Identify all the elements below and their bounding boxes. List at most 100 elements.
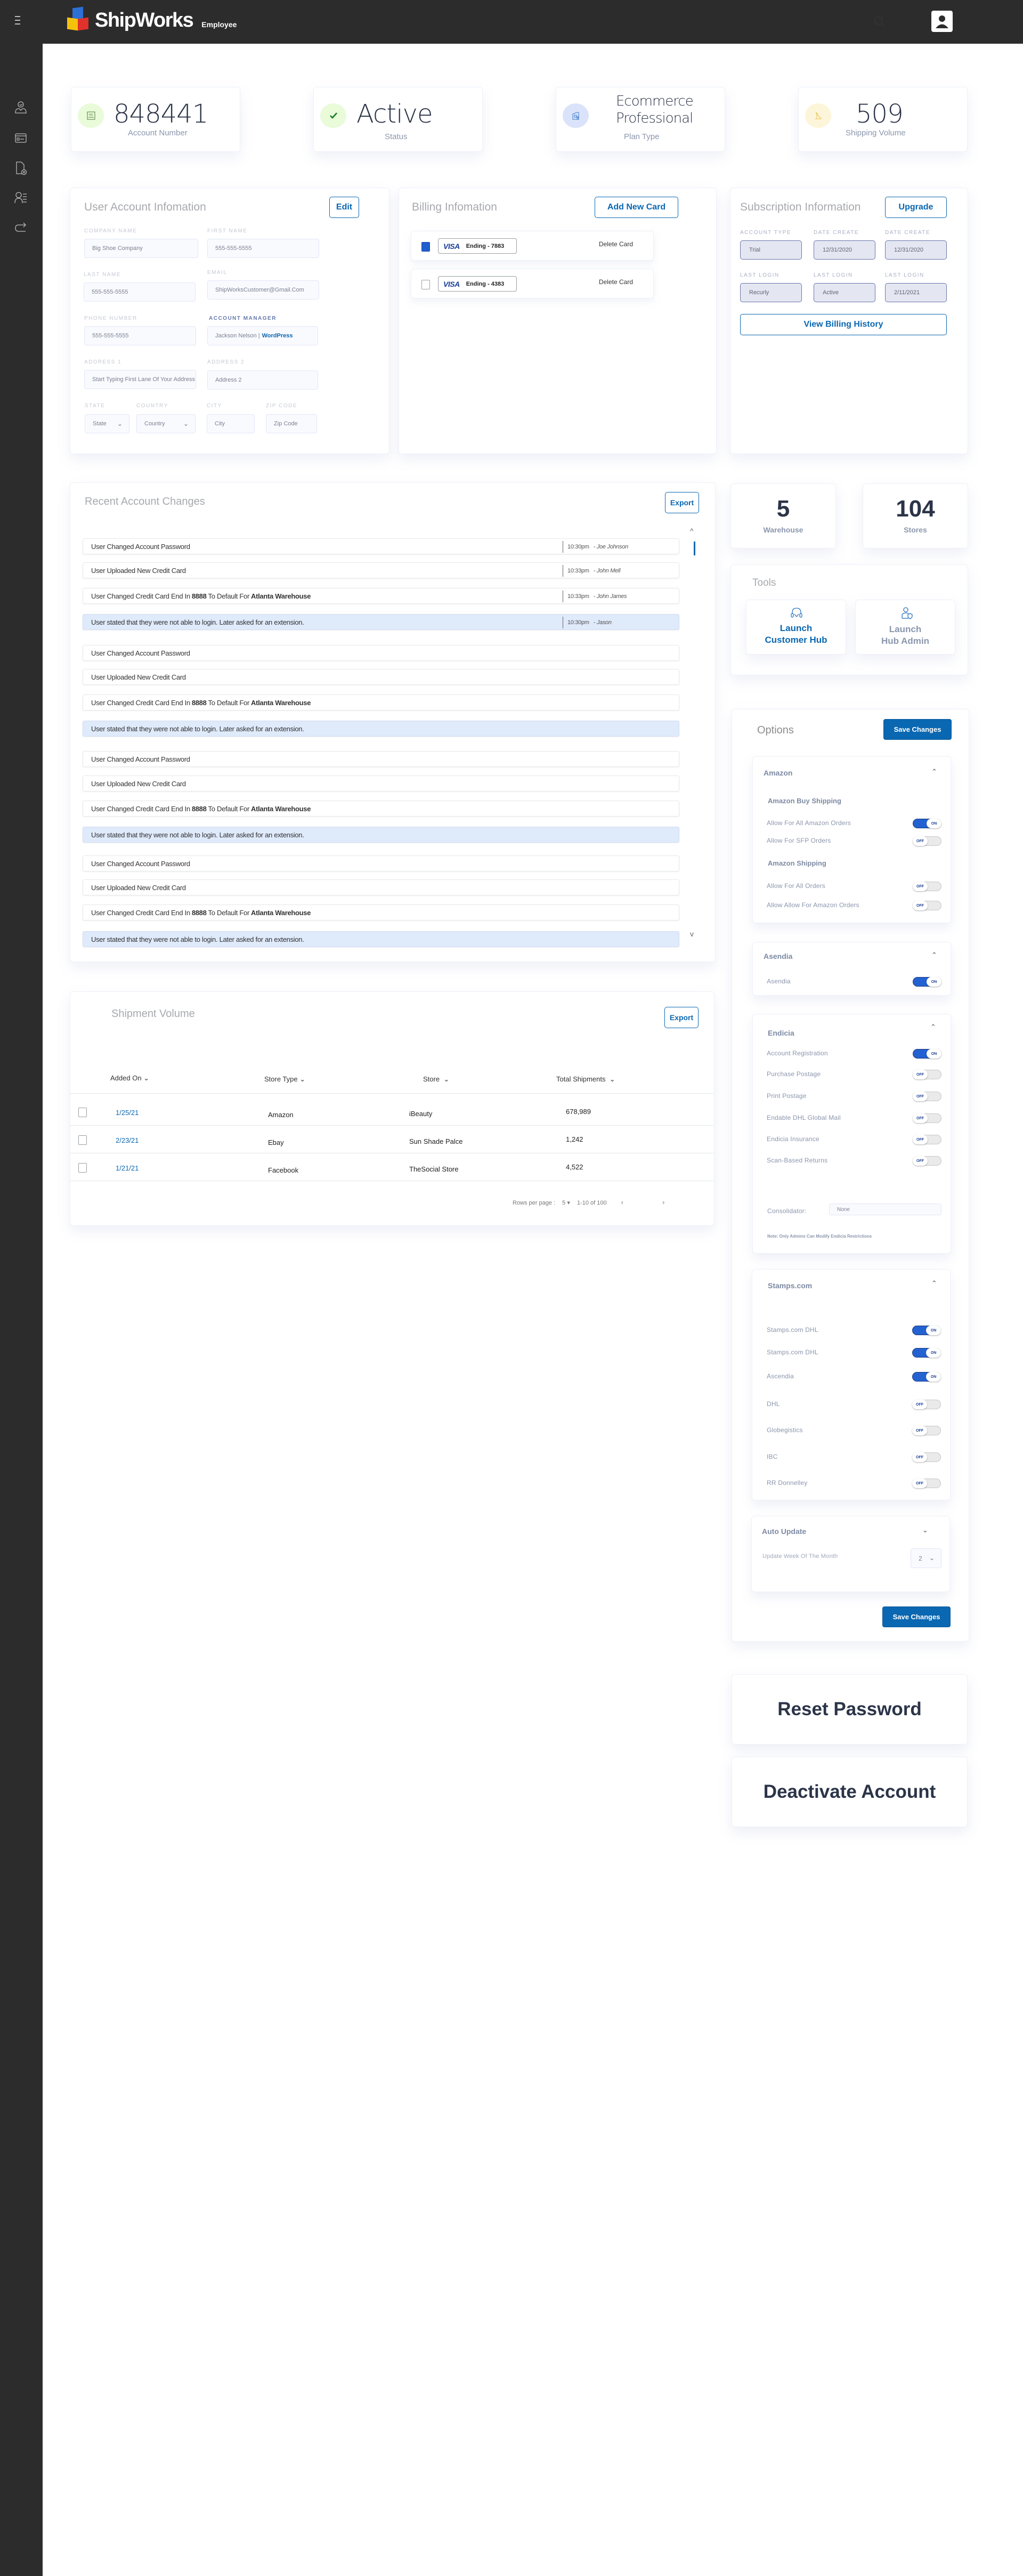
delete-card-button[interactable]: Delete Card: [599, 278, 633, 286]
option-toggle[interactable]: ON: [913, 819, 941, 828]
column-header-total-shipments[interactable]: Total Shipments ⌄: [556, 1075, 615, 1084]
save-changes-button[interactable]: Save Changes: [883, 719, 952, 740]
option-toggle[interactable]: OFF: [912, 1426, 941, 1435]
chevron-up-icon[interactable]: ⌃: [930, 1023, 936, 1031]
city-input[interactable]: City: [207, 414, 255, 433]
option-toggle[interactable]: OFF: [913, 1070, 941, 1079]
card-select-checkbox[interactable]: [421, 280, 430, 289]
chevron-up-icon[interactable]: ⌃: [931, 1279, 937, 1288]
change-author: - Joe Johnson: [593, 544, 629, 550]
save-changes-bottom-button[interactable]: Save Changes: [882, 1606, 951, 1627]
plan-type-label: Plan Type: [624, 132, 660, 141]
change-text: To Default For: [208, 804, 250, 813]
user-avatar-icon[interactable]: [931, 11, 953, 32]
next-page-icon[interactable]: ›: [662, 1198, 664, 1206]
company-name-input[interactable]: Big Shoe Company: [84, 239, 198, 258]
added-on-link[interactable]: 2/23/21: [116, 1136, 139, 1144]
reset-password-button[interactable]: Reset Password: [732, 1674, 968, 1745]
card-pill: VISA Ending - 7883: [438, 238, 517, 254]
option-toggle[interactable]: OFF: [913, 836, 941, 846]
user-check-icon[interactable]: [13, 99, 29, 115]
zip-input[interactable]: Zip Code: [266, 414, 317, 433]
card-select-checkbox[interactable]: [421, 242, 430, 252]
deactivate-account-button[interactable]: Deactivate Account: [732, 1757, 968, 1827]
account-manager-link[interactable]: WordPress: [262, 333, 293, 339]
first-name-input[interactable]: 555-555-5555: [207, 239, 319, 258]
warehouse-name: Atlanta Warehouse: [251, 592, 311, 600]
column-header-store-type[interactable]: Store Type ⌄: [264, 1075, 305, 1084]
country-select[interactable]: Country ⌄: [136, 414, 196, 433]
search-icon[interactable]: [874, 16, 886, 28]
consolidator-input[interactable]: None: [829, 1204, 941, 1215]
row-checkbox[interactable]: [78, 1108, 87, 1117]
user-account-card: User Account Infomation Edit Company Nam…: [70, 188, 389, 454]
change-row: User Changed Credit Card End In 8888 To De…: [83, 588, 679, 604]
scroll-down-icon[interactable]: v: [690, 930, 694, 938]
column-header-store[interactable]: Store ⌄: [423, 1075, 449, 1084]
column-label: Added On: [110, 1074, 142, 1082]
add-new-card-button[interactable]: Add New Card: [595, 197, 678, 218]
change-time: 10:30pm: [567, 544, 589, 550]
added-on-link[interactable]: 1/25/21: [116, 1109, 139, 1117]
address2-input[interactable]: Address 2: [207, 370, 318, 390]
edit-button[interactable]: Edit: [329, 197, 359, 218]
chevron-down-icon[interactable]: ⌄: [922, 1526, 928, 1535]
document-cancel-icon[interactable]: [13, 160, 29, 176]
credit-card-icon[interactable]: [13, 130, 29, 146]
option-toggle[interactable]: OFF: [913, 1156, 941, 1166]
change-note-row: User stated that they were not able to l…: [83, 614, 679, 630]
chevron-down-icon: ⌄: [299, 1075, 306, 1083]
scrollbar-thumb[interactable]: [694, 542, 695, 555]
phone-input[interactable]: 555-555-5555: [84, 326, 196, 345]
chevron-up-icon[interactable]: ⌃: [931, 951, 937, 959]
export-shipments-button[interactable]: Export: [664, 1007, 699, 1028]
update-week-select[interactable]: 2 ⌄: [911, 1548, 941, 1568]
option-toggle[interactable]: OFF: [912, 1400, 941, 1409]
menu-icon[interactable]: [15, 16, 26, 28]
change-meta: 10:30pm - Joe Johnson: [563, 541, 628, 553]
logo-cubes-icon: [67, 6, 93, 32]
option-toggle[interactable]: OFF: [913, 882, 941, 891]
option-toggle[interactable]: ON: [912, 1326, 941, 1335]
option-toggle[interactable]: OFF: [913, 1113, 941, 1123]
toggle-knob: ON: [927, 1049, 941, 1059]
option-toggle[interactable]: ON: [913, 977, 941, 987]
export-changes-button[interactable]: Export: [665, 492, 699, 513]
option-toggle[interactable]: ON: [913, 1049, 941, 1059]
view-billing-history-button[interactable]: View Billing History: [740, 314, 947, 335]
option-toggle[interactable]: OFF: [913, 901, 941, 910]
added-on-link[interactable]: 1/21/21: [116, 1164, 139, 1172]
user-list-icon[interactable]: [13, 190, 29, 206]
email-input[interactable]: ShipWorksCustomer@Gmail.Com: [207, 280, 319, 300]
row-checkbox[interactable]: [78, 1135, 87, 1145]
redirect-icon[interactable]: [13, 220, 29, 236]
state-select[interactable]: State ⌄: [85, 414, 129, 433]
option-toggle[interactable]: OFF: [913, 1135, 941, 1144]
stores-count-card: 104 Stores: [863, 483, 968, 548]
upgrade-button[interactable]: Upgrade: [885, 197, 947, 218]
rows-per-page-select[interactable]: 5 ▾: [562, 1200, 570, 1206]
option-toggle[interactable]: ON: [912, 1372, 941, 1382]
last-name-input[interactable]: 555-555-5555: [84, 282, 196, 302]
launch-hub-admin-button[interactable]: Launch Hub Admin: [855, 600, 955, 655]
address1-input[interactable]: Start Typing First Lane Of Your Address: [84, 370, 196, 389]
option-toggle[interactable]: ON: [912, 1348, 941, 1358]
warehouse-count-card: 5 Warehouse: [730, 483, 836, 548]
scroll-up-icon[interactable]: ^: [690, 527, 694, 535]
option-toggle[interactable]: OFF: [913, 1092, 941, 1101]
endicia-note: Note: Only Admins Can Modify Endicia Res…: [767, 1234, 872, 1239]
last-login-label: Last Login: [814, 272, 853, 278]
delete-card-button[interactable]: Delete Card: [599, 240, 633, 248]
column-header-added-on[interactable]: Added On ⌄: [110, 1074, 149, 1083]
date-create-label: Date Create: [885, 230, 931, 236]
pagination: Rows per page : 5 ▾ 1-10 of 100 ‹ ›: [513, 1198, 664, 1206]
prev-page-icon[interactable]: ‹: [621, 1198, 623, 1206]
total-shipments-cell: 678,989: [566, 1108, 591, 1116]
option-toggle[interactable]: OFF: [912, 1452, 941, 1462]
option-label: Ascendia: [767, 1372, 794, 1380]
launch-customer-hub-button[interactable]: Launch Customer Hub: [746, 600, 846, 655]
logo[interactable]: ShipWorks Employee: [67, 6, 237, 32]
row-checkbox[interactable]: [78, 1163, 87, 1173]
option-toggle[interactable]: OFF: [912, 1479, 941, 1488]
chevron-up-icon[interactable]: ⌃: [931, 768, 937, 776]
